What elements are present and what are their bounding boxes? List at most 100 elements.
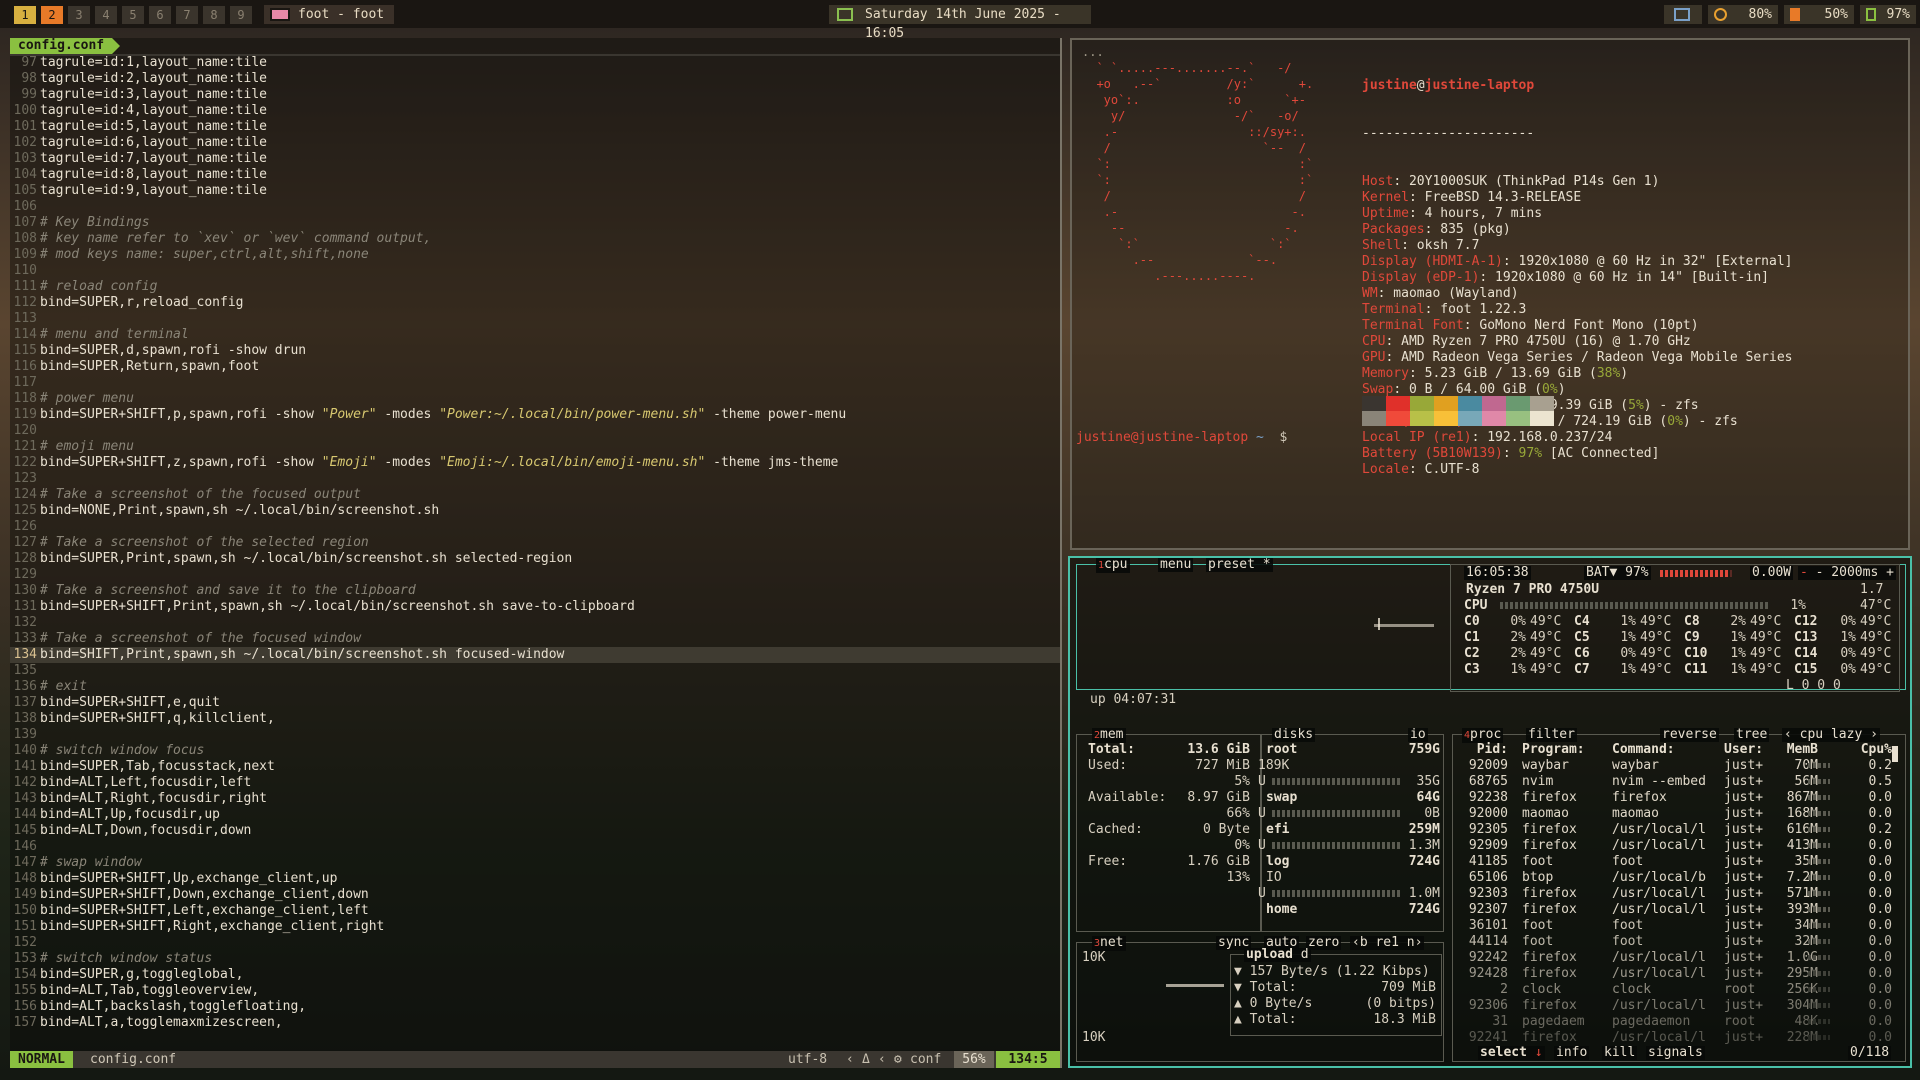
code-line[interactable]: 99 tagrule=id:3,layout_name:tile [10,87,1060,103]
proc-select-button[interactable]: select ↓ [1478,1046,1545,1060]
workspace-button[interactable]: 9 [230,6,252,24]
code-line[interactable]: 120 [10,423,1060,439]
code-line[interactable]: 97 tagrule=id:1,layout_name:tile [10,55,1060,71]
proc-row[interactable]: 92238 firefox firefox just+ 867M 0.0 [1462,790,1892,806]
mem-box-title[interactable]: 2mem [1092,728,1126,743]
brightness-indicator[interactable]: 80% [1708,5,1778,24]
proc-row[interactable]: 92909 firefox/usr/local/l just+ 413M 0.0 [1462,838,1892,854]
code-line[interactable]: 154 bind=SUPER,g,toggleglobal, [10,967,1060,983]
code-line[interactable]: 121 # emoji menu [10,439,1060,455]
buffer-tab[interactable]: config.conf [10,38,121,54]
code-line[interactable]: 110 [10,263,1060,279]
code-line[interactable]: 127 # Take a screenshot of the selected r… [10,535,1060,551]
code-area[interactable]: 97 tagrule=id:1,layout_name:tile 98 tagrule… [10,55,1060,1031]
code-line[interactable]: 137 bind=SUPER+SHIFT,e,quit [10,695,1060,711]
shell-prompt[interactable]: justine@justine-laptop ~ $ [1076,430,1287,445]
workspace-button[interactable]: 4 [95,6,117,24]
workspace-button[interactable]: 2 [41,6,63,24]
code-line[interactable]: 118 # power menu [10,391,1060,407]
proc-row[interactable]: 92305 firefox/usr/local/l just+ 616M 0.2 [1462,822,1892,838]
code-line[interactable]: 136 # exit [10,679,1060,695]
proc-row[interactable]: 92241 firefox/usr/local/l just+ 228M 0.0 [1462,1030,1892,1046]
code-line[interactable]: 144 bind=ALT,Up,focusdir,up [10,807,1060,823]
clock[interactable]: Saturday 14th June 2025 - 16:05 [829,5,1091,41]
proc-row[interactable]: 41185 foot foot just+ 35M 0.0 [1462,854,1892,870]
proc-row[interactable]: 92307 firefox/usr/local/l just+ 393M 0.0 [1462,902,1892,918]
code-line[interactable]: 117 [10,375,1060,391]
code-line[interactable]: 153 # switch window status [10,951,1060,967]
proc-box-title[interactable]: 4proc [1462,728,1504,743]
code-line[interactable]: 126 [10,519,1060,535]
proc-row[interactable]: 31 pagedaem pagedaemon root 48K 0.0 [1462,1014,1892,1030]
code-line[interactable]: 122 bind=SUPER+SHIFT,z,spawn,rofi -show "… [10,455,1060,471]
code-line[interactable]: 101 tagrule=id:5,layout_name:tile [10,119,1060,135]
code-line[interactable]: 157 bind=ALT,a,togglemaxmizescreen, [10,1015,1060,1031]
code-line[interactable]: 109 # mod keys name: super,ctrl,alt,shift… [10,247,1060,263]
code-line[interactable]: 104 tagrule=id:8,layout_name:tile [10,167,1060,183]
code-line[interactable]: 100 tagrule=id:4,layout_name:tile [10,103,1060,119]
code-line[interactable]: 106 [10,199,1060,215]
code-line[interactable]: 116 bind=SUPER,Return,spawn,foot [10,359,1060,375]
proc-reverse-toggle[interactable]: reverse [1660,728,1719,742]
proc-header-cell[interactable]: Pid: [1462,742,1508,758]
proc-header-cell[interactable]: User: [1724,742,1763,758]
network-indicator[interactable] [1664,5,1702,24]
proc-row[interactable]: 2 clock clock root 256K 0.0 [1462,982,1892,998]
proc-tree-toggle[interactable]: tree [1734,728,1770,742]
code-line[interactable]: 141 bind=SUPER,Tab,focusstack,next [10,759,1060,775]
code-line[interactable]: 145 bind=ALT,Down,focusdir,down [10,823,1060,839]
proc-kill-button[interactable]: kill [1602,1046,1638,1060]
workspace-button[interactable]: 5 [122,6,144,24]
net-zero-toggle[interactable]: zero [1306,936,1342,950]
editor-pane[interactable]: config.conf 97 tagrule=id:1,layout_name:t… [10,38,1062,1068]
proc-row[interactable]: 65106 btop/usr/local/b just+ 7.2M 0.0 [1462,870,1892,886]
preset-button[interactable]: preset * [1206,558,1273,572]
volume-indicator[interactable]: 50% [1784,5,1854,24]
code-line[interactable]: 150 bind=SUPER+SHIFT,Left,exchange_client… [10,903,1060,919]
workspace-button[interactable]: 7 [176,6,198,24]
code-line[interactable]: 134 bind=SHIFT,Print,spawn,sh ~/.local/bi… [10,647,1060,663]
code-line[interactable]: 129 [10,567,1060,583]
code-line[interactable]: 125 bind=NONE,Print,spawn,sh ~/.local/bin… [10,503,1060,519]
proc-row[interactable]: 92009 waybar waybar just+ 70M 0.2 [1462,758,1892,774]
proc-row[interactable]: 92428 firefox/usr/local/l just+ 295M 0.0 [1462,966,1892,982]
code-line[interactable]: 147 # swap window [10,855,1060,871]
code-line[interactable]: 114 # menu and terminal [10,327,1060,343]
net-interface-select[interactable]: ‹b re1 n› [1350,936,1425,950]
proc-row[interactable]: 44114 foot foot just+ 32M 0.0 [1462,934,1892,950]
code-line[interactable]: 105 tagrule=id:9,layout_name:tile [10,183,1060,199]
btop-monitor[interactable]: 1cpu menu preset * up 04:07:31 16:05:38 … [1068,556,1912,1068]
proc-row[interactable]: 92306 firefox/usr/local/l just+ 304M 0.0 [1462,998,1892,1014]
code-line[interactable]: 113 [10,311,1060,327]
code-line[interactable]: 128 bind=SUPER,Print,spawn,sh ~/.local/bi… [10,551,1060,567]
fetch-terminal[interactable]: ... ` `.....---.......--.` -/ +o .--` /y… [1070,38,1910,550]
code-line[interactable]: 139 [10,727,1060,743]
workspace-button[interactable]: 3 [68,6,90,24]
proc-header-cell[interactable]: Command: [1612,742,1675,758]
code-line[interactable]: 130 # Take a screenshot and save it to th… [10,583,1060,599]
proc-info-button[interactable]: info [1554,1046,1590,1060]
code-line[interactable]: 103 tagrule=id:7,layout_name:tile [10,151,1060,167]
proc-scrollbar[interactable] [1892,746,1898,762]
code-line[interactable]: 98 tagrule=id:2,layout_name:tile [10,71,1060,87]
proc-row[interactable]: 36101 foot foot just+ 34M 0.0 [1462,918,1892,934]
code-line[interactable]: 142 bind=ALT,Left,focusdir,left [10,775,1060,791]
code-line[interactable]: 124 # Take a screenshot of the focused ou… [10,487,1060,503]
menu-button[interactable]: menu [1158,558,1194,572]
code-line[interactable]: 107 # Key Bindings [10,215,1060,231]
proc-row[interactable]: 92303 firefox/usr/local/l just+ 571M 0.0 [1462,886,1892,902]
proc-row[interactable]: 68765 nvim nvim --embed just+ 56M 0.5 [1462,774,1892,790]
code-line[interactable]: 133 # Take a screenshot of the focused wi… [10,631,1060,647]
code-line[interactable]: 156 bind=ALT,backslash,togglefloating, [10,999,1060,1015]
code-line[interactable]: 123 [10,471,1060,487]
code-line[interactable]: 115 bind=SUPER,d,spawn,rofi -show drun [10,343,1060,359]
proc-row[interactable]: 92242 firefox/usr/local/l just+ 1.0G 0.0 [1462,950,1892,966]
code-line[interactable]: 148 bind=SUPER+SHIFT,Up,exchange_client,u… [10,871,1060,887]
code-line[interactable]: 138 bind=SUPER+SHIFT,q,killclient, [10,711,1060,727]
workspace-button[interactable]: 1 [14,6,36,24]
code-line[interactable]: 151 bind=SUPER+SHIFT,Right,exchange_clien… [10,919,1060,935]
net-box-title[interactable]: 3net [1092,936,1126,951]
workspace-button[interactable]: 6 [149,6,171,24]
code-line[interactable]: 119 bind=SUPER+SHIFT,p,spawn,rofi -show "… [10,407,1060,423]
code-line[interactable]: 149 bind=SUPER+SHIFT,Down,exchange_client… [10,887,1060,903]
